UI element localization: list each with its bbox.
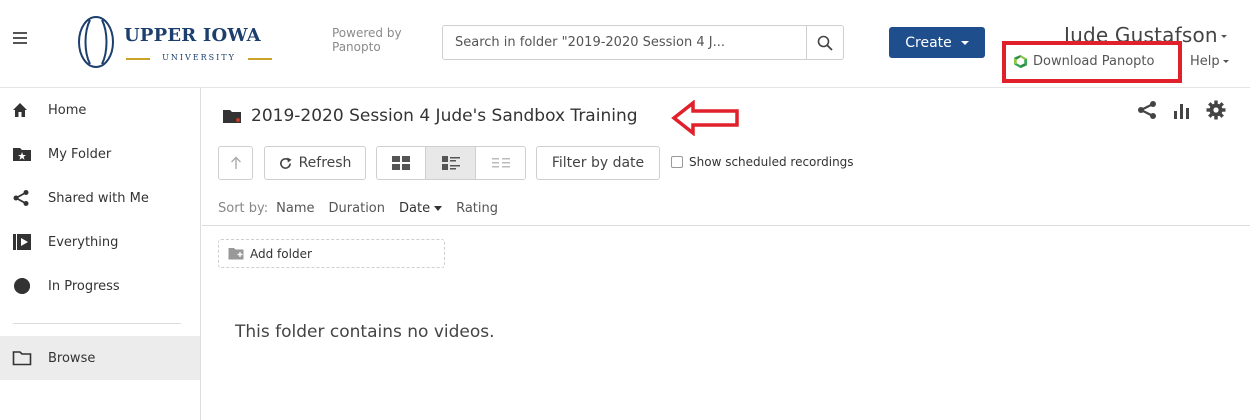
chevron-down-icon xyxy=(960,40,969,45)
chevron-down-icon xyxy=(1220,35,1227,38)
refresh-button[interactable]: Refresh xyxy=(264,146,366,180)
sidebar-item-label: Home xyxy=(48,102,87,118)
logo-subtext: UNIVERSITY xyxy=(124,53,274,62)
stats-icon[interactable] xyxy=(1172,101,1192,119)
sidebar-item-in-progress[interactable]: In Progress xyxy=(0,264,200,308)
sidebar-divider xyxy=(13,323,181,324)
progress-icon xyxy=(12,276,38,296)
sidebar-item-label: My Folder xyxy=(48,146,112,162)
sort-option-date[interactable]: Date xyxy=(399,201,443,216)
sidebar-item-label: Shared with Me xyxy=(48,190,149,206)
user-menu[interactable]: Jude Gustafson xyxy=(1064,20,1227,43)
sidebar-item-my-folder[interactable]: My Folder xyxy=(0,132,200,176)
detail-view-icon xyxy=(441,156,460,170)
view-list-button[interactable] xyxy=(476,147,525,179)
filter-by-date-button[interactable]: Filter by date xyxy=(536,146,660,180)
create-button[interactable]: Create xyxy=(889,27,985,58)
sort-option-rating[interactable]: Rating xyxy=(456,201,498,216)
create-label: Create xyxy=(905,34,952,51)
folder-outline-icon xyxy=(12,348,38,368)
sidebar-item-label: Browse xyxy=(48,350,96,366)
show-scheduled-toggle[interactable]: Show scheduled recordings xyxy=(671,155,854,169)
view-detailed-button[interactable] xyxy=(426,147,476,179)
powered-by-text: Powered by Panopto xyxy=(332,26,402,54)
play-icon xyxy=(12,232,38,252)
up-level-button[interactable] xyxy=(218,146,253,180)
share-icon xyxy=(12,188,38,208)
folder-actions xyxy=(1136,100,1226,120)
search-button[interactable] xyxy=(806,25,844,60)
sort-option-duration[interactable]: Duration xyxy=(329,201,385,216)
view-thumbnails-button[interactable] xyxy=(377,147,426,179)
chevron-down-icon xyxy=(434,206,443,211)
search-icon xyxy=(817,35,833,51)
grid-view-icon xyxy=(392,156,410,170)
university-seal-icon xyxy=(78,16,114,68)
sidebar: Home My Folder Shared with Me Everything… xyxy=(0,88,201,420)
help-label: Help xyxy=(1190,54,1220,69)
add-folder-label: Add folder xyxy=(250,246,312,261)
sort-option-date-label: Date xyxy=(399,201,431,216)
folder-icon xyxy=(223,110,241,123)
add-folder-button[interactable]: Add folder xyxy=(218,239,445,268)
list-view-icon xyxy=(491,158,510,168)
sort-option-name[interactable]: Name xyxy=(276,201,314,216)
empty-folder-message: This folder contains no videos. xyxy=(235,322,495,342)
home-icon xyxy=(12,100,38,120)
sort-label: Sort by: xyxy=(218,201,269,216)
sidebar-item-shared-with-me[interactable]: Shared with Me xyxy=(0,176,200,220)
download-panopto-link[interactable]: Download Panopto xyxy=(1013,54,1154,69)
search-input[interactable]: Search in folder "2019-2020 Session 4 J.… xyxy=(442,25,807,60)
download-label: Download Panopto xyxy=(1033,54,1155,69)
sort-bar: Sort by: Name Duration Date Rating xyxy=(218,201,512,216)
sidebar-item-label: Everything xyxy=(48,234,119,250)
refresh-icon xyxy=(279,156,292,169)
panopto-logo-icon xyxy=(1013,54,1028,69)
share-icon[interactable] xyxy=(1136,100,1158,120)
folder-title: 2019-2020 Session 4 Jude's Sandbox Train… xyxy=(222,106,638,126)
arrow-annotation-icon xyxy=(671,100,739,136)
logo-text: UPPER IOWA xyxy=(124,25,261,46)
page-title: 2019-2020 Session 4 Jude's Sandbox Train… xyxy=(251,106,638,126)
add-folder-icon xyxy=(228,248,244,260)
content-divider xyxy=(202,225,1250,226)
chevron-down-icon xyxy=(1222,60,1229,63)
user-name: Jude Gustafson xyxy=(1064,23,1218,43)
hamburger-menu-icon[interactable] xyxy=(13,32,27,44)
my-folder-icon xyxy=(12,144,38,164)
view-mode-switcher xyxy=(376,146,526,180)
university-logo[interactable]: UPPER IOWA UNIVERSITY xyxy=(76,14,286,70)
refresh-label: Refresh xyxy=(298,155,352,171)
help-menu[interactable]: Help xyxy=(1190,54,1229,69)
filter-label: Filter by date xyxy=(551,155,645,171)
arrow-up-icon xyxy=(230,156,241,169)
show-scheduled-label: Show scheduled recordings xyxy=(689,155,854,169)
show-scheduled-checkbox[interactable] xyxy=(671,156,683,168)
sidebar-item-label: In Progress xyxy=(48,278,120,294)
sidebar-item-browse[interactable]: Browse xyxy=(0,336,200,380)
sidebar-item-home[interactable]: Home xyxy=(0,88,200,132)
gear-icon[interactable] xyxy=(1206,100,1226,120)
sidebar-item-everything[interactable]: Everything xyxy=(0,220,200,264)
